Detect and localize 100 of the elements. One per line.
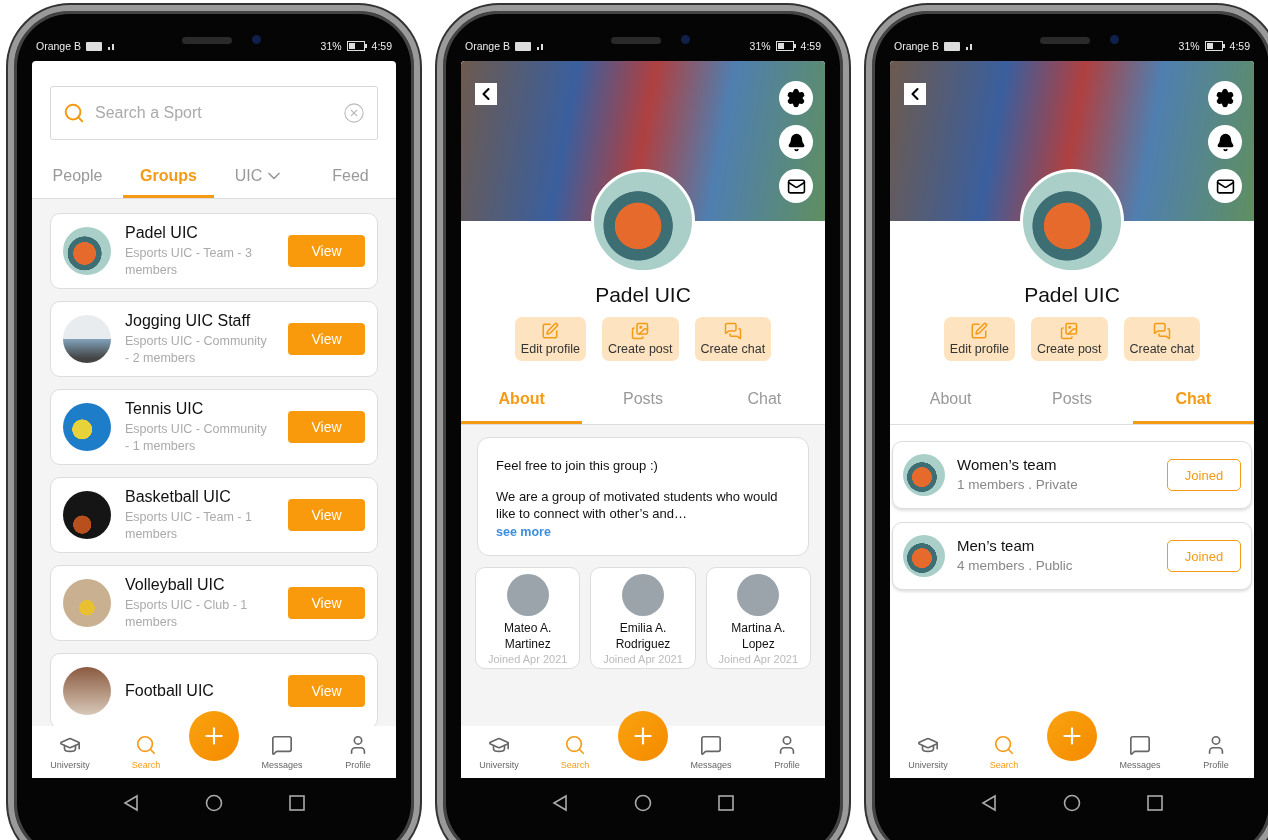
action-icon xyxy=(541,322,560,340)
nav-icon xyxy=(700,734,722,756)
speaker-grille xyxy=(611,37,661,44)
group-title: Padel UIC xyxy=(594,282,692,307)
member-name: Mateo A. Martinez xyxy=(503,619,552,654)
joined-date: Joined Apr 2021 xyxy=(487,653,568,666)
group-details: Esports UIC - Community - 2 members xyxy=(125,332,268,367)
chat-details: 1 members . Private xyxy=(957,475,1079,494)
clock-time: 4:59 xyxy=(371,40,392,52)
group-name: Volleyball UIC xyxy=(125,575,226,594)
nav-item[interactable]: University xyxy=(461,734,537,770)
group-photo xyxy=(63,403,111,451)
mail-icon xyxy=(786,176,806,196)
nav-item[interactable]: Messages xyxy=(244,734,320,770)
nav-icon xyxy=(271,734,293,756)
carrier-name: Orange B xyxy=(465,40,510,52)
signal-icon xyxy=(106,42,117,50)
chat-name: Women’s team xyxy=(957,455,1058,473)
action-button[interactable]: Create post xyxy=(601,317,679,361)
signal-icon xyxy=(535,42,546,50)
group-card[interactable]: Volleyball UIC Esports UIC - Club - 1 members View xyxy=(50,565,378,641)
battery-percent: 31% xyxy=(1178,40,1200,52)
recents-nav-icon[interactable] xyxy=(1147,795,1163,811)
network-badge-icon xyxy=(514,41,531,51)
recents-nav-icon[interactable] xyxy=(289,795,305,811)
bell-icon xyxy=(786,132,806,152)
nav-icon xyxy=(993,734,1015,756)
action-button[interactable]: Create chat xyxy=(1123,317,1201,361)
back-nav-icon[interactable] xyxy=(123,794,139,812)
avatar-placeholder xyxy=(622,573,664,616)
group-photo xyxy=(903,454,945,496)
nav-icon xyxy=(135,734,157,756)
nav-item[interactable]: University xyxy=(890,734,966,770)
group-details: Esports UIC - Team - 3 members xyxy=(125,244,253,279)
action-icon xyxy=(723,322,742,340)
action-button[interactable]: Create post xyxy=(1030,317,1108,361)
action-button[interactable]: Edit profile xyxy=(943,317,1015,361)
group-details: Esports UIC - Club - 1 members xyxy=(125,596,249,631)
group-card[interactable]: Jogging UIC Staff Esports UIC - Community - 2 members View xyxy=(50,301,378,377)
nav-item[interactable]: Profile xyxy=(749,734,825,770)
group-name: Padel UIC xyxy=(125,223,199,242)
member-name: Martina A. Lopez xyxy=(731,619,786,654)
group-card[interactable]: Football UIC View xyxy=(50,653,378,726)
front-camera xyxy=(1110,35,1119,44)
carrier-name: Orange B xyxy=(894,40,939,52)
group-photo xyxy=(63,667,111,715)
member-card[interactable]: Mateo A. Martinez Joined Apr 2021 xyxy=(475,566,581,670)
about-text: We are a group of motivated students who would like to connect with other’s and… xyxy=(496,488,779,523)
recents-nav-icon[interactable] xyxy=(718,795,734,811)
nav-item[interactable]: University xyxy=(32,734,108,770)
joined-date: Joined Apr 2021 xyxy=(718,653,799,666)
settings-icon xyxy=(1215,88,1235,108)
group-photo xyxy=(903,535,945,577)
group-details: Esports UIC - Team - 1 members xyxy=(125,508,253,543)
chat-card[interactable]: Men’s team 4 members . Public Joined xyxy=(892,522,1252,590)
network-badge-icon xyxy=(85,41,102,51)
nav-item[interactable]: Profile xyxy=(320,734,396,770)
action-icon xyxy=(1152,322,1171,340)
back-nav-icon[interactable] xyxy=(552,794,568,812)
group-photo xyxy=(63,491,111,539)
action-icon xyxy=(970,322,989,340)
group-card[interactable]: Tennis UIC Esports UIC - Community - 1 members View xyxy=(50,389,378,465)
battery-icon xyxy=(775,41,796,51)
group-name: Basketball UIC xyxy=(125,487,232,506)
group-details: Esports UIC - Community - 1 members xyxy=(125,420,268,455)
search-box[interactable]: Search a Sport xyxy=(50,86,378,140)
group-photo xyxy=(63,579,111,627)
clock-time: 4:59 xyxy=(1229,40,1250,52)
group-photo xyxy=(63,227,111,275)
action-button[interactable]: Create chat xyxy=(694,317,772,361)
chat-name: Men’s team xyxy=(957,536,1036,554)
mail-icon xyxy=(1215,176,1235,196)
signal-icon xyxy=(964,42,975,50)
battery-icon xyxy=(1204,41,1225,51)
joined-date: Joined Apr 2021 xyxy=(603,653,683,666)
back-nav-icon[interactable] xyxy=(981,794,997,812)
front-camera xyxy=(681,35,690,44)
back-button[interactable] xyxy=(904,83,926,105)
speaker-grille xyxy=(182,37,232,44)
about-text: Feel free to join this group :) xyxy=(496,458,659,475)
search-icon xyxy=(63,102,85,124)
nav-item[interactable]: Messages xyxy=(1102,734,1178,770)
group-title: Padel UIC xyxy=(1023,282,1121,307)
member-card[interactable]: Martina A. Lopez Joined Apr 2021 xyxy=(705,566,811,670)
see-more-link[interactable]: see more xyxy=(496,524,790,539)
back-button[interactable] xyxy=(475,83,497,105)
nav-icon xyxy=(564,734,586,756)
home-nav-icon[interactable] xyxy=(634,794,652,812)
avatar-placeholder xyxy=(506,573,549,616)
group-card[interactable]: Basketball UIC Esports UIC - Team - 1 members View xyxy=(50,477,378,553)
group-name: Jogging UIC Staff xyxy=(125,311,252,330)
nav-item[interactable]: Profile xyxy=(1178,734,1254,770)
home-nav-icon[interactable] xyxy=(205,794,223,812)
group-photo xyxy=(63,315,111,363)
group-card[interactable]: Padel UIC Esports UIC - Team - 3 members View xyxy=(50,213,378,289)
nav-item[interactable]: Messages xyxy=(673,734,749,770)
member-card[interactable]: Emilia A. Rodriguez Joined Apr 2021 xyxy=(590,566,696,670)
home-nav-icon[interactable] xyxy=(1063,794,1081,812)
chat-card[interactable]: Women’s team 1 members . Private Joined xyxy=(892,441,1252,509)
action-button[interactable]: Edit profile xyxy=(514,317,586,361)
